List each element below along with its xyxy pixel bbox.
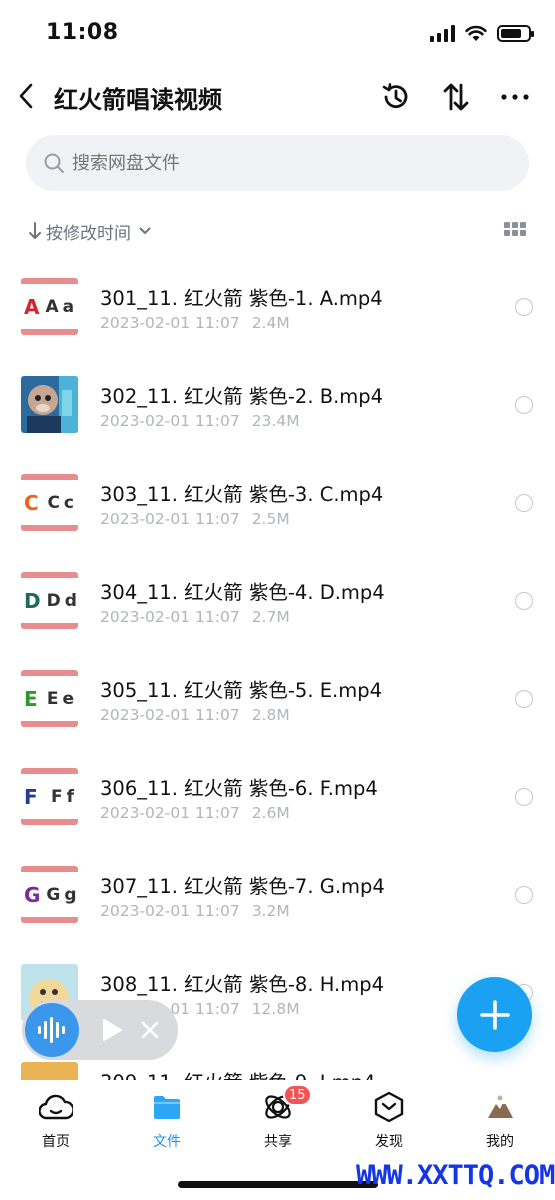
file-name: 302_11. 红火箭 紫色-2. B.mp4 [100,385,384,408]
file-item[interactable]: F Ff 306_11. 红火箭 紫色-6. F.mp4 2023-02-01 1… [0,748,555,846]
avatar-icon [483,1090,517,1124]
video-thumbnail: A Aa [21,278,78,335]
video-thumbnail: G Gg [21,866,78,923]
video-thumbnail: D Dd [21,572,78,629]
file-item[interactable]: D Dd 304_11. 红火箭 紫色-4. D.mp4 2023-02-01 1… [0,552,555,650]
arrow-down-icon [29,222,41,239]
close-icon [141,1021,159,1039]
file-meta: 2023-02-01 11:07 2.7M [100,608,290,626]
history-button[interactable] [379,80,413,114]
video-thumbnail: C Cc [21,474,78,531]
select-radio[interactable] [515,886,533,904]
play-button[interactable] [99,1017,125,1043]
file-item[interactable]: C Cc 303_11. 红火箭 紫色-3. C.mp4 2023-02-01 1… [0,454,555,552]
select-radio[interactable] [515,494,533,512]
file-item[interactable]: A Aa 301_11. 红火箭 紫色-1. A.mp4 2023-02-01 1… [0,258,555,356]
status-time: 11:08 [46,20,119,45]
file-meta: 2023-02-01 11:07 2.6M [100,804,290,822]
chevron-left-icon [19,83,33,109]
file-name: 308_11. 红火箭 紫色-8. H.mp4 [100,973,385,996]
plus-icon [479,999,510,1030]
video-thumbnail: E Ee [21,670,78,727]
file-name: 304_11. 红火箭 紫色-4. D.mp4 [100,581,385,604]
video-thumbnail: F Ff [21,768,78,825]
file-meta: 2023-02-01 11:07 2.5M [100,510,290,528]
home-indicator [178,1181,378,1188]
select-radio[interactable] [515,298,533,316]
status-bar: 11:08 [0,0,555,70]
more-dots-icon [501,94,529,100]
notification-badge: 15 [283,1084,312,1106]
status-icons [430,24,534,42]
discover-icon [372,1090,406,1124]
file-meta: 2023-02-01 11:07 23.4M [100,412,300,430]
transfer-button[interactable] [439,80,473,114]
file-name: 306_11. 红火箭 紫色-6. F.mp4 [100,777,378,800]
file-meta: 2023-02-01 11:07 2.8M [100,706,290,724]
file-item[interactable]: 302_11. 红火箭 紫色-2. B.mp4 2023-02-01 11:07… [0,356,555,454]
grid-view-icon[interactable] [504,222,526,236]
cloud-icon [39,1090,73,1124]
more-button[interactable] [498,80,532,114]
back-button[interactable] [12,78,40,114]
file-meta: 2023-02-01 11:07 3.2M [100,902,290,920]
file-name: 305_11. 红火箭 紫色-5. E.mp4 [100,679,383,702]
mini-player[interactable] [22,1000,178,1060]
select-radio[interactable] [515,396,533,414]
file-name: 309_11. 红火箭 紫色-9. I.mp4 [100,1066,375,1080]
file-name: 301_11. 红火箭 紫色-1. A.mp4 [100,287,383,310]
add-button[interactable] [457,977,532,1052]
file-list: A Aa 301_11. 红火箭 紫色-1. A.mp4 2023-02-01 1… [0,258,555,1080]
history-icon [382,83,408,109]
up-down-arrows-icon [443,83,469,111]
file-name: 303_11. 红火箭 紫色-3. C.mp4 [100,483,384,506]
audio-wave-icon[interactable] [25,1003,79,1057]
tab-home[interactable]: 首页 [16,1090,96,1154]
close-player-button[interactable] [137,1017,163,1043]
tab-discover[interactable]: 发现 [349,1090,429,1154]
video-thumbnail [21,1062,78,1080]
select-radio[interactable] [515,788,533,806]
play-icon [103,1019,122,1041]
cellular-signal-icon [430,24,455,42]
page-title: 红火箭唱读视频 [54,86,222,114]
tab-files[interactable]: 文件 [127,1090,207,1154]
search-input[interactable] [72,152,492,174]
battery-icon [497,24,534,42]
chevron-down-icon[interactable] [139,227,151,235]
sort-button[interactable]: 按修改时间 [46,219,131,244]
wifi-icon [465,25,487,41]
select-radio[interactable] [515,690,533,708]
file-meta: 2023-02-01 11:07 2.4M [100,314,290,332]
file-item[interactable]: G Gg 307_11. 红火箭 紫色-7. G.mp4 2023-02-01 1… [0,846,555,944]
tab-share[interactable]: 15 共享 [238,1084,318,1154]
nav-header: 红火箭唱读视频 [0,72,555,120]
tab-me[interactable]: 我的 [460,1090,540,1154]
file-item[interactable]: E Ee 305_11. 红火箭 紫色-5. E.mp4 2023-02-01 1… [0,650,555,748]
search-bar[interactable] [26,135,529,191]
folder-icon [150,1090,184,1124]
select-radio[interactable] [515,592,533,610]
video-thumbnail [21,376,78,433]
share-orbit-icon: 15 [261,1084,312,1124]
watermark: WWW.XXTTQ.COM [356,1160,555,1191]
file-name: 307_11. 红火箭 紫色-7. G.mp4 [100,875,385,898]
search-icon [42,151,66,175]
sort-row: 按修改时间 [28,218,528,244]
